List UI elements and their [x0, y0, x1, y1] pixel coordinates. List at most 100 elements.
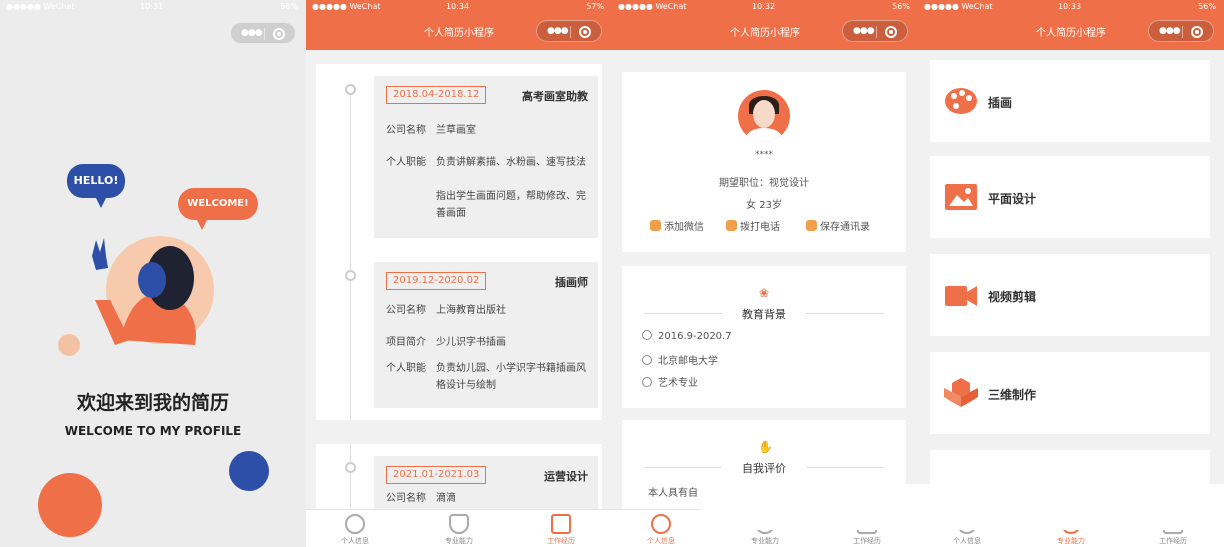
tab-work-experience[interactable]: 工作经历 — [526, 514, 596, 546]
job-item[interactable]: 2018.04-2018.12 高考画室助教 公司名称 兰草画室 个人职能 负责讲解… — [374, 76, 598, 238]
save-contact-button[interactable]: 保存通讯录 — [806, 218, 870, 233]
peach-circle — [106, 236, 214, 344]
small-peach-dot — [58, 334, 80, 356]
mini-program-capsule[interactable]: ●●● — [536, 20, 602, 42]
palette-icon — [945, 88, 977, 114]
close-icon[interactable] — [579, 26, 591, 38]
avatar — [738, 90, 790, 142]
welcome-subtitle: WELCOME TO MY PROFILE — [64, 424, 242, 438]
tab-personal-info[interactable]: 个人信息 — [626, 514, 696, 546]
mini-program-capsule[interactable]: ●●● — [1148, 20, 1214, 42]
job-row: 公司名称 滴滴 — [386, 493, 456, 504]
date-tag: 2018.04-2018.12 — [386, 86, 487, 104]
work-experience-screen: ●●●●● WeChat 10:34 57% 个人简历小程序 ●●● 2018.… — [306, 0, 612, 547]
education-card: ❀ 教育背景 2016.9-2020.7 北京邮电大学 艺术专业 — [622, 266, 906, 408]
contacts-icon — [806, 220, 817, 231]
carrier-label: ●●●●● WeChat — [924, 2, 993, 11]
home-icon — [642, 355, 652, 365]
timeline-line — [350, 444, 351, 514]
more-icon[interactable]: ●●● — [241, 28, 263, 38]
job-title: 高考画室助教 — [522, 90, 588, 103]
cubes-icon — [944, 378, 978, 407]
more-icon[interactable]: ●●● — [547, 26, 569, 36]
arm-shape — [95, 300, 130, 345]
wechat-icon — [650, 220, 661, 231]
timeline-dot — [345, 84, 356, 95]
timeline-dot — [345, 462, 356, 473]
gender-age: 女 23岁 — [746, 200, 782, 211]
skill-item-graphic-design[interactable]: 平面设计 — [930, 156, 1210, 238]
video-camera-icon — [945, 286, 977, 306]
capsule-divider — [1182, 26, 1183, 38]
clock-icon — [642, 330, 652, 340]
body-shape — [120, 295, 196, 345]
thumbs-up-icon: ✋ — [758, 440, 773, 454]
skill-label: 视频剪辑 — [988, 290, 1037, 304]
profile-card: **** 期望职位：视觉设计 女 23岁 添加微信 拨打电话 保存通讯录 — [622, 72, 906, 252]
hand-shape — [92, 238, 108, 270]
job-row: 项目简介 少儿识字书插画 — [386, 337, 506, 348]
job-item[interactable]: 2019.12-2020.02 插画师 公司名称 上海教育出版社 项目简介 少儿识字… — [374, 262, 598, 408]
close-icon[interactable] — [1191, 26, 1203, 38]
call-button[interactable]: 拨打电话 — [726, 218, 780, 233]
battery-label: 57% — [586, 2, 604, 11]
date-tag: 2019.12-2020.02 — [386, 272, 487, 290]
capsule-divider — [570, 26, 571, 38]
eye-icon — [642, 377, 652, 387]
hair-shape — [146, 246, 194, 310]
timeline-dot — [345, 270, 356, 281]
medal-icon: ❀ — [758, 286, 770, 300]
smile-icon — [651, 514, 671, 534]
carrier-label: ●●●●● WeChat — [6, 2, 75, 11]
timeline-card: 2018.04-2018.12 高考画室助教 公司名称 兰草画室 个人职能 负责讲解… — [316, 64, 602, 420]
job-item[interactable]: 2021.01-2021.03 运营设计 公司名称 滴滴 — [374, 456, 598, 516]
skill-item-video-editing[interactable]: 视频剪辑 — [930, 254, 1210, 336]
time-label: 10:34 — [446, 2, 470, 11]
skill-item-3d-modeling[interactable]: 三维制作 — [930, 352, 1210, 434]
edu-major: 艺术专业 — [642, 374, 698, 389]
job-row: 个人职能 负责幼儿园、小学识字书籍插画风格设计与绘制 — [386, 363, 586, 391]
skill-label: 平面设计 — [988, 192, 1037, 206]
book-icon — [551, 514, 571, 534]
more-icon[interactable]: ●●● — [853, 26, 875, 36]
job-title: 运营设计 — [544, 470, 588, 483]
job-row: 个人职能 负责讲解素描、水粉画、速写技法 — [386, 157, 586, 168]
carrier-label: ●●●●● WeChat — [312, 2, 381, 11]
tab-skills[interactable]: 专业能力 — [424, 514, 494, 546]
timeline-card: 2021.01-2021.03 运营设计 公司名称 滴滴 — [316, 444, 602, 516]
status-bar: ●●●●● WeChat 10:31 56% — [0, 0, 306, 14]
profile-name: **** — [755, 150, 773, 160]
self-evaluation-title: 自我评价 — [622, 460, 906, 476]
battery-label: 56% — [1198, 2, 1216, 11]
close-icon[interactable] — [273, 28, 285, 40]
image-icon — [945, 184, 977, 210]
skill-item-illustration[interactable]: 插画 — [930, 60, 1210, 142]
job-title: 插画师 — [555, 276, 588, 289]
battery-label: 56% — [280, 2, 298, 11]
close-icon[interactable] — [885, 26, 897, 38]
time-label: 10:31 — [140, 2, 164, 11]
edu-school: 北京邮电大学 — [642, 352, 718, 367]
tab-personal-info[interactable]: 个人信息 — [320, 514, 390, 546]
illustration — [38, 236, 269, 537]
capsule-divider — [264, 28, 265, 40]
job-row: 公司名称 上海教育出版社 — [386, 305, 506, 316]
carrier-label: ●●●●● WeChat — [618, 2, 687, 11]
mini-program-capsule[interactable]: ●●● — [230, 22, 296, 44]
edu-date: 2016.9-2020.7 — [642, 330, 732, 342]
personal-info-screen: ●●●●● WeChat 10:32 56% 个人简历小程序 ●●● **** … — [612, 0, 918, 547]
mini-program-capsule[interactable]: ●●● — [842, 20, 908, 42]
status-bar: ●●●●● WeChat 10:33 56% — [918, 0, 1224, 14]
date-tag: 2021.01-2021.03 — [386, 466, 487, 484]
blank-overlay — [700, 484, 1224, 530]
job-row: 公司名称 兰草画室 — [386, 125, 476, 136]
more-icon[interactable]: ●●● — [1159, 26, 1181, 36]
orange-circle — [38, 473, 102, 537]
smile-icon — [345, 514, 365, 534]
face-shape — [138, 262, 166, 298]
add-wechat-button[interactable]: 添加微信 — [650, 218, 704, 233]
status-bar: ●●●●● WeChat 10:34 57% — [306, 0, 612, 14]
skill-label: 三维制作 — [988, 388, 1037, 402]
capsule-divider — [876, 26, 877, 38]
hello-bubble: HELLO! — [67, 164, 125, 208]
